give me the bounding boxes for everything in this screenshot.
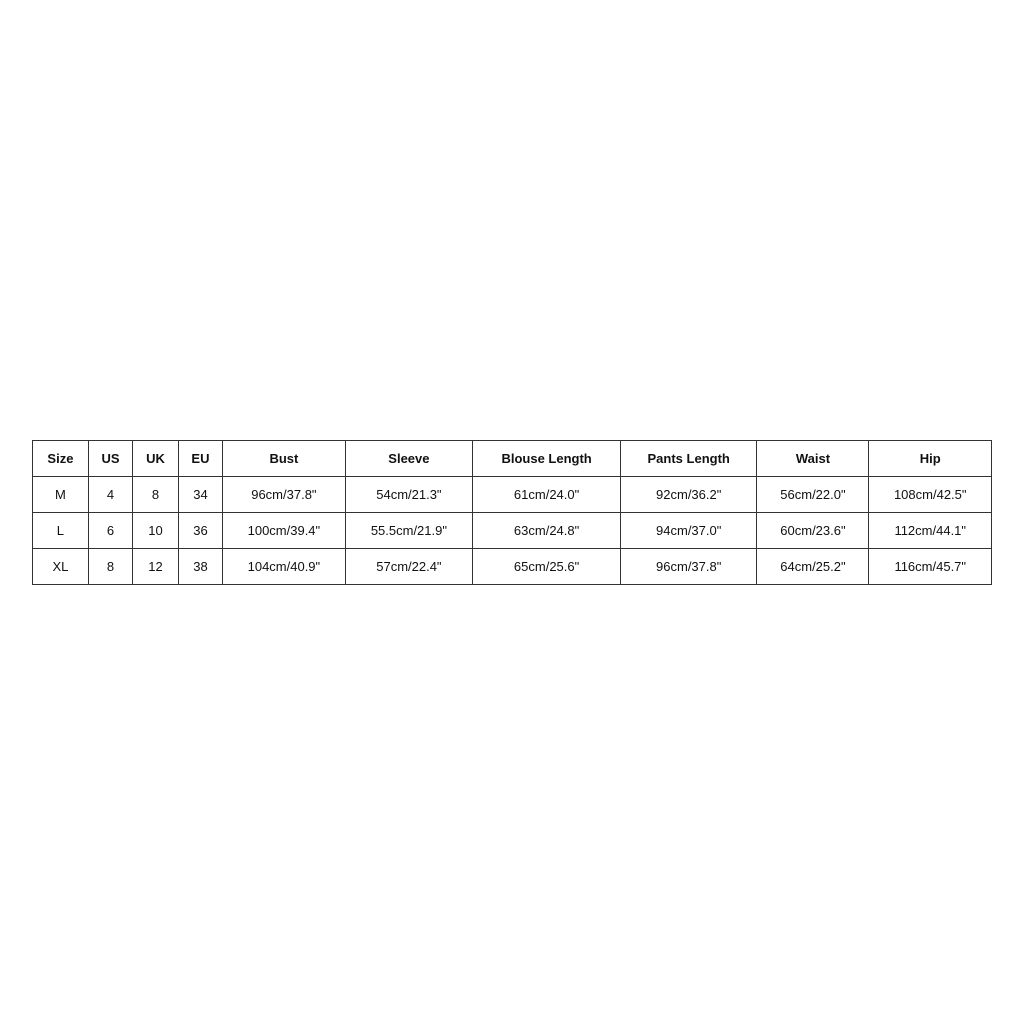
cell-size: L: [33, 512, 89, 548]
cell-us: 8: [88, 548, 132, 584]
cell-sleeve: 55.5cm/21.9": [345, 512, 473, 548]
table-row: XL81238104cm/40.9"57cm/22.4"65cm/25.6"96…: [33, 548, 992, 584]
cell-uk: 12: [133, 548, 178, 584]
cell-eu: 38: [178, 548, 222, 584]
cell-eu: 34: [178, 476, 222, 512]
col-header-eu: EU: [178, 440, 222, 476]
size-chart-container: Size US UK EU Bust Sleeve Blouse Length …: [32, 440, 992, 585]
cell-sleeve: 57cm/22.4": [345, 548, 473, 584]
cell-blouse-length: 63cm/24.8": [473, 512, 621, 548]
col-header-sleeve: Sleeve: [345, 440, 473, 476]
size-chart-table: Size US UK EU Bust Sleeve Blouse Length …: [32, 440, 992, 585]
col-header-uk: UK: [133, 440, 178, 476]
cell-waist: 60cm/23.6": [757, 512, 869, 548]
cell-pants-length: 94cm/37.0": [620, 512, 756, 548]
col-header-waist: Waist: [757, 440, 869, 476]
cell-eu: 36: [178, 512, 222, 548]
cell-size: M: [33, 476, 89, 512]
cell-bust: 100cm/39.4": [223, 512, 345, 548]
cell-blouse-length: 61cm/24.0": [473, 476, 621, 512]
col-header-size: Size: [33, 440, 89, 476]
table-header-row: Size US UK EU Bust Sleeve Blouse Length …: [33, 440, 992, 476]
col-header-bust: Bust: [223, 440, 345, 476]
cell-uk: 10: [133, 512, 178, 548]
cell-hip: 116cm/45.7": [869, 548, 992, 584]
cell-sleeve: 54cm/21.3": [345, 476, 473, 512]
col-header-pants-length: Pants Length: [620, 440, 756, 476]
cell-pants-length: 92cm/36.2": [620, 476, 756, 512]
cell-waist: 64cm/25.2": [757, 548, 869, 584]
cell-uk: 8: [133, 476, 178, 512]
cell-blouse-length: 65cm/25.6": [473, 548, 621, 584]
table-row: M483496cm/37.8"54cm/21.3"61cm/24.0"92cm/…: [33, 476, 992, 512]
cell-us: 4: [88, 476, 132, 512]
col-header-blouse-length: Blouse Length: [473, 440, 621, 476]
col-header-us: US: [88, 440, 132, 476]
cell-bust: 96cm/37.8": [223, 476, 345, 512]
cell-us: 6: [88, 512, 132, 548]
col-header-hip: Hip: [869, 440, 992, 476]
cell-hip: 108cm/42.5": [869, 476, 992, 512]
cell-bust: 104cm/40.9": [223, 548, 345, 584]
cell-waist: 56cm/22.0": [757, 476, 869, 512]
cell-size: XL: [33, 548, 89, 584]
cell-pants-length: 96cm/37.8": [620, 548, 756, 584]
table-row: L61036100cm/39.4"55.5cm/21.9"63cm/24.8"9…: [33, 512, 992, 548]
cell-hip: 112cm/44.1": [869, 512, 992, 548]
